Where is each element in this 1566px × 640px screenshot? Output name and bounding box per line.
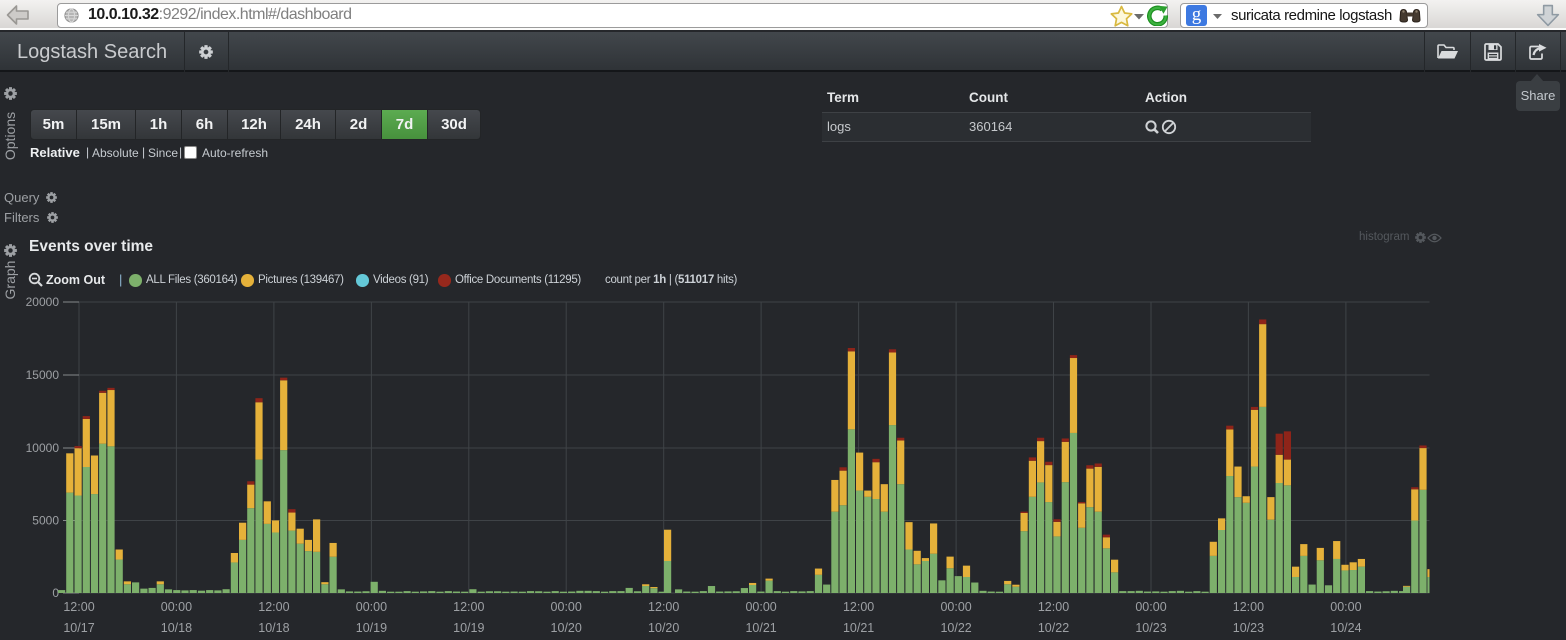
svg-text:00:00: 00:00 (1330, 600, 1361, 614)
svg-text:12:00: 12:00 (648, 600, 679, 614)
svg-text:10/22: 10/22 (940, 621, 971, 635)
svg-text:12:00: 12:00 (1233, 600, 1264, 614)
svg-text:10/24: 10/24 (1330, 621, 1361, 635)
svg-text:12:00: 12:00 (453, 600, 484, 614)
svg-text:10/22: 10/22 (1038, 621, 1069, 635)
svg-text:10/17: 10/17 (63, 621, 94, 635)
svg-text:00:00: 00:00 (1135, 600, 1166, 614)
svg-text:00:00: 00:00 (356, 600, 387, 614)
svg-text:20000: 20000 (26, 295, 60, 309)
svg-text:5000: 5000 (32, 514, 59, 528)
svg-text:10/21: 10/21 (745, 621, 776, 635)
svg-text:10/18: 10/18 (258, 621, 289, 635)
svg-text:10/23: 10/23 (1135, 621, 1166, 635)
svg-text:10/23: 10/23 (1233, 621, 1264, 635)
svg-text:10/19: 10/19 (356, 621, 387, 635)
svg-text:10/18: 10/18 (161, 621, 192, 635)
svg-text:00:00: 00:00 (161, 600, 192, 614)
svg-text:10/20: 10/20 (648, 621, 679, 635)
svg-text:00:00: 00:00 (940, 600, 971, 614)
svg-text:12:00: 12:00 (258, 600, 289, 614)
svg-text:12:00: 12:00 (63, 600, 94, 614)
svg-text:10/19: 10/19 (453, 621, 484, 635)
svg-text:12:00: 12:00 (843, 600, 874, 614)
svg-text:10/21: 10/21 (843, 621, 874, 635)
svg-text:10000: 10000 (26, 441, 60, 455)
svg-text:12:00: 12:00 (1038, 600, 1069, 614)
svg-text:10/20: 10/20 (551, 621, 582, 635)
svg-text:00:00: 00:00 (551, 600, 582, 614)
svg-text:00:00: 00:00 (745, 600, 776, 614)
svg-text:15000: 15000 (26, 368, 60, 382)
